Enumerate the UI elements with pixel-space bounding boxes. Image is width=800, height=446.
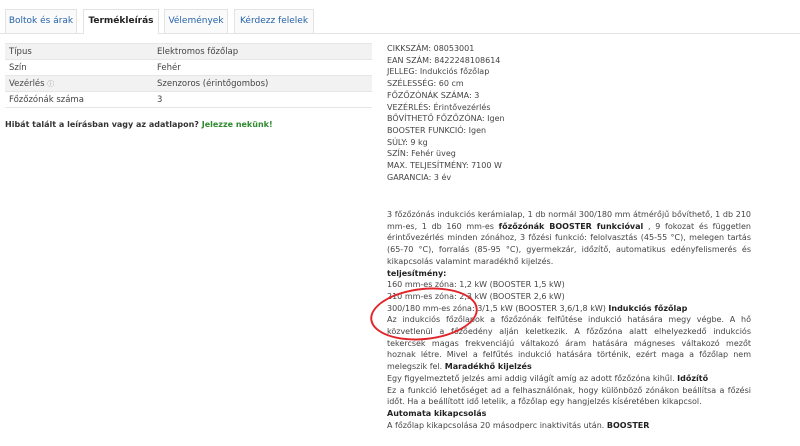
booster-heading: BOOSTER: [606, 420, 650, 430]
tab-questions[interactable]: Kérdezz felelek: [234, 9, 314, 33]
intro-bold: főzőzónák BOOSTER funkcióval: [498, 221, 644, 231]
properties-table: Típus Elektromos főzőlap Szín Fehér Vezé…: [5, 43, 372, 108]
tab-stores-prices[interactable]: Boltok és árak: [5, 9, 77, 33]
table-row: Típus Elektromos főzőlap: [5, 43, 372, 60]
spec-line: BŐVÍTHETŐ FŐZŐZÓNA: Igen: [387, 114, 505, 124]
spec-line: SZÉLESSÉG: 60 cm: [387, 79, 464, 89]
auto-off-heading: Automata kikapcsolás: [387, 408, 487, 418]
info-icon[interactable]: ⓘ: [47, 80, 54, 88]
table-row: Vezérlés ⓘ Szenzoros (érintőgombos): [5, 75, 372, 92]
table-row: Szín Fehér: [5, 59, 372, 76]
report-link[interactable]: Jelezze nekünk!: [202, 120, 273, 129]
property-key: Vezérlés: [9, 78, 45, 89]
auto-off-paragraph: A főzőlap kikapcsolása 20 másodperc inak…: [387, 420, 751, 432]
property-key: Szín: [5, 59, 153, 76]
property-value: Szenzoros (érintőgombos): [153, 75, 372, 92]
intro-paragraph: 3 főzőzónás indukciós kerámialap, 1 db n…: [387, 209, 751, 268]
spec-line: BOOSTER FUNKCIÓ: Igen: [387, 125, 487, 135]
residual-heat-heading: Maradékhő kijelzés: [444, 362, 532, 372]
property-value: Elektromos főzőlap: [153, 43, 372, 60]
property-value: Fehér: [153, 59, 372, 76]
spec-line: GARANCIA: 3 év: [387, 172, 452, 182]
induction-heading: Indukciós főzőlap: [608, 303, 688, 313]
power-heading: teljesítmény:: [387, 268, 447, 278]
property-key: Főzőzónák száma: [5, 91, 153, 108]
spec-line: SZÍN: Fehér üveg: [387, 149, 456, 159]
spec-line: MAX. TELJESÍTMÉNY: 7100 W: [387, 161, 502, 171]
spec-line: SÚLY: 9 kg: [387, 137, 428, 147]
spec-line: FŐZŐZÓNÁK SZÁMA: 3: [387, 90, 480, 100]
spec-list: CIKKSZÁM: 08053001 EAN SZÁM: 84222481086…: [387, 43, 767, 183]
error-report: Hibát talált a leírásban vagy az adatlap…: [5, 120, 273, 129]
table-row: Főzőzónák száma 3: [5, 91, 372, 108]
spec-line: EAN SZÁM: 8422248108614: [387, 55, 501, 65]
spec-line: JELLEG: Indukciós főzőlap: [387, 67, 490, 77]
residual-text: Egy figyelmeztető jelzés ami addig világ…: [387, 373, 678, 383]
property-key: Típus: [5, 43, 153, 60]
auto-off-text: A főzőlap kikapcsolása 20 másodperc inak…: [387, 420, 607, 430]
timer-heading: Időzítő: [677, 373, 709, 383]
property-key-cell: Vezérlés ⓘ: [5, 75, 153, 92]
residual-paragraph: Egy figyelmeztető jelzés ami addig világ…: [387, 373, 751, 385]
property-value: 3: [153, 91, 372, 108]
tab-product-description[interactable]: Termékleírás: [83, 9, 159, 34]
spec-line: VEZÉRLÉS: Érintővezérlés: [387, 102, 491, 112]
timer-text: Ez a funkció lehetőséget ad a felhasznál…: [387, 385, 751, 407]
error-report-text: Hibát talált a leírásban vagy az adatlap…: [5, 120, 199, 129]
spec-line: CIKKSZÁM: 08053001: [387, 44, 475, 53]
tab-reviews[interactable]: Vélemények: [164, 9, 228, 33]
